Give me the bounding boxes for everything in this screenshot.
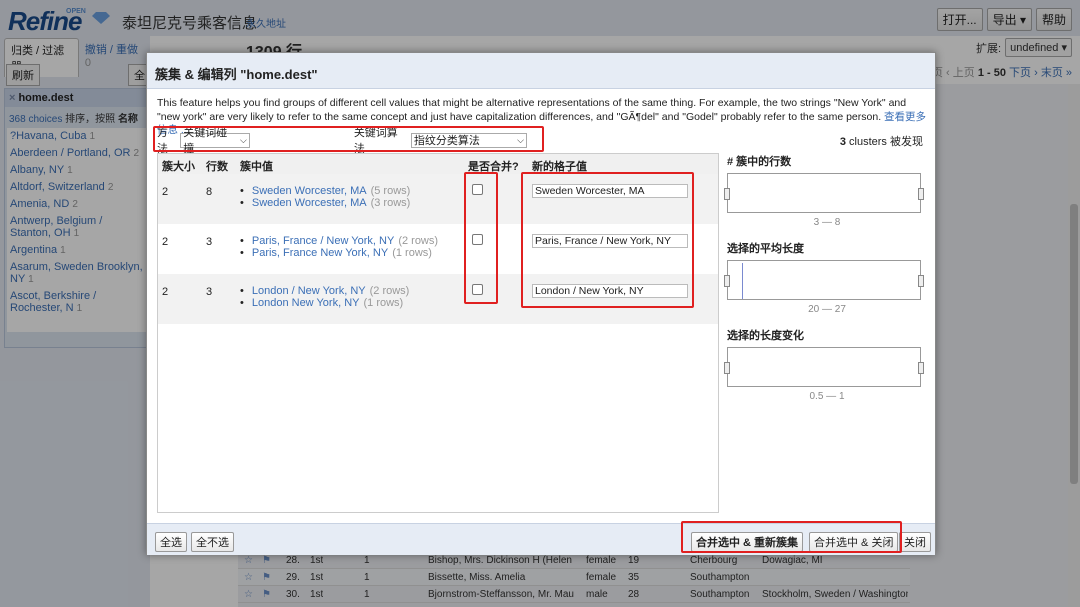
cluster-table-header: 簇大小 行数 簇中值 是否合并? 新的格子值 [158, 154, 718, 174]
header-new-value: 新的格子值 [532, 161, 587, 173]
range-handle-left[interactable] [724, 362, 730, 374]
select-all-button[interactable]: 全选 [155, 532, 187, 552]
cluster-value-rows: (2 rows) [398, 235, 439, 247]
cluster-row: 28Sweden Worcester, MA(5 rows)Sweden Wor… [158, 174, 718, 224]
cluster-value-item: Paris, France New York, NY (1 rows) [240, 247, 438, 259]
histogram-bar [742, 263, 743, 299]
cluster-values: Paris, France / New York, NY(2 rows)Pari… [240, 235, 438, 259]
merge-recluster-button[interactable]: 合并选中 & 重新簇集 [691, 532, 804, 552]
method-value: 关键词碰撞 [183, 127, 228, 155]
merge-checkbox[interactable] [472, 184, 483, 195]
avg-length-histogram[interactable] [724, 260, 924, 300]
cluster-dialog: 簇集 & 编辑列 "home.dest" This feature helps … [146, 52, 936, 555]
keying-select[interactable]: 指纹分类算法 ⌵ [410, 132, 527, 148]
range-handle-right[interactable] [918, 275, 924, 287]
rows-filter-title: # 簇中的行数 [727, 156, 792, 168]
merge-checkbox[interactable] [472, 234, 483, 245]
cluster-value[interactable]: Paris, France / New York, NY [252, 235, 394, 247]
chevron-down-icon: ⌵ [239, 134, 247, 145]
cluster-row: 23Paris, France / New York, NY(2 rows)Pa… [158, 224, 718, 274]
cluster-value[interactable]: London / New York, NY [252, 285, 366, 297]
cluster-value-rows: (1 rows) [392, 247, 432, 259]
dialog-title: 簇集 & 编辑列 "home.dest" [147, 53, 935, 89]
range-handle-right[interactable] [918, 362, 924, 374]
cluster-size: 2 [162, 186, 169, 198]
avg-length-range: 20 — 27 [808, 304, 846, 315]
keying-label: 关键词算法 [353, 127, 398, 155]
method-label: 方法 [157, 127, 168, 155]
clusters-count: 3 [839, 136, 846, 148]
dialog-footer: 全选 全不选 合并选中 & 重新簇集 合并选中 & 关闭 关闭 [147, 523, 935, 555]
length-variance-histogram[interactable] [724, 347, 924, 387]
cluster-value-rows: (5 rows) [370, 185, 411, 197]
cluster-value-rows: (2 rows) [369, 285, 410, 297]
cluster-value-item: London / New York, NY(2 rows) [240, 285, 409, 297]
cluster-values: Sweden Worcester, MA(5 rows)Sweden Worce… [240, 185, 410, 209]
range-handle-left[interactable] [724, 275, 730, 287]
chevron-down-icon: ⌵ [517, 134, 524, 145]
cluster-value-item: London New York, NY(1 rows) [240, 297, 409, 309]
cluster-value-rows: (3 rows) [370, 197, 411, 209]
cluster-size: 2 [162, 286, 169, 298]
description-text: This feature helps you find groups of di… [157, 97, 907, 123]
length-variance-title: 选择的长度变化 [727, 330, 804, 342]
length-variance-range: 0.5 — 1 [809, 391, 845, 402]
cluster-row-count: 3 [206, 286, 213, 298]
cluster-value-item: Paris, France / New York, NY (2 rows) [240, 235, 438, 247]
cluster-value[interactable]: Sweden Worcester, MA [252, 197, 367, 209]
close-button[interactable]: 关闭 [899, 532, 931, 552]
new-cell-value-input[interactable]: Sweden Worcester, MA [532, 184, 688, 198]
cluster-row: 23London / New York, NY(2 rows)London Ne… [158, 274, 718, 324]
range-handle-right[interactable] [918, 188, 924, 200]
merge-close-button[interactable]: 合并选中 & 关闭 [809, 532, 899, 552]
cluster-value-rows: (1 rows) [363, 297, 404, 309]
header-merge: 是否合并? [468, 161, 519, 173]
cluster-value[interactable]: Sweden Worcester, MA [252, 185, 367, 197]
cluster-filters: # 簇中的行数 3 — 8 选择的平均长度 20 — 27 选择的长度变化 0.… [724, 153, 927, 414]
cluster-value[interactable]: London New York, NY [252, 297, 360, 309]
merge-checkbox[interactable] [472, 284, 483, 295]
cluster-row-count: 3 [206, 236, 213, 248]
cluster-value-item: Sweden Worcester, MA(3 rows) [240, 197, 410, 209]
range-handle-left[interactable] [724, 188, 730, 200]
header-size: 簇大小 [162, 161, 195, 173]
cluster-value[interactable]: Paris, France New York, NY [252, 247, 388, 259]
rows-histogram[interactable] [724, 173, 924, 213]
cluster-values: London / New York, NY(2 rows)London New … [240, 285, 409, 309]
deselect-all-button[interactable]: 全不选 [191, 532, 234, 552]
cluster-value-item: Sweden Worcester, MA(5 rows) [240, 185, 410, 197]
method-select[interactable]: 关键词碰撞 ⌵ [180, 127, 250, 155]
clusters-found: 3 clusters 被发现 [840, 133, 923, 149]
clusters-text: clusters 被发现 [849, 136, 923, 148]
cluster-size: 2 [162, 236, 169, 248]
cluster-row-count: 8 [206, 186, 213, 198]
new-cell-value-input[interactable]: London / New York, NY [532, 284, 688, 298]
cluster-table: 簇大小 行数 簇中值 是否合并? 新的格子值 2 8 Sweden Worceste… [157, 153, 719, 513]
rows-range: 3 — 8 [813, 217, 841, 228]
keying-value: 指纹分类算法 [413, 135, 480, 147]
new-cell-value-input[interactable]: Paris, France / New York, NY [532, 234, 688, 248]
avg-length-title: 选择的平均长度 [727, 243, 804, 255]
header-values: 簇中值 [240, 161, 273, 173]
header-rows: 行数 [206, 161, 228, 173]
method-row: 方法 关键词碰撞 ⌵ 关键词算法 指纹分类算法 ⌵ [157, 127, 527, 155]
